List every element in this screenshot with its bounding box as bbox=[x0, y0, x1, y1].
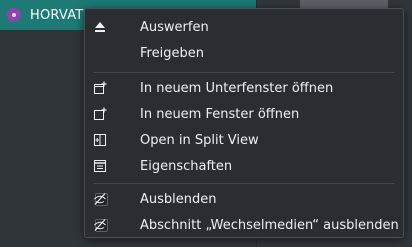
menu-item-properties[interactable]: Eigenschaften bbox=[85, 153, 403, 179]
optical-disc-icon bbox=[7, 8, 21, 22]
menu-separator bbox=[93, 183, 395, 184]
menu-item-label: Freigeben bbox=[140, 45, 204, 61]
menu-item-hide-section[interactable]: Abschnitt „Wechselmedien“ ausblenden bbox=[85, 212, 403, 238]
split-view-icon bbox=[93, 133, 107, 147]
menu-item-label: In neuem Unterfenster öffnen bbox=[140, 80, 334, 96]
menu-item-open-new-tab[interactable]: In neuem Unterfenster öffnen bbox=[85, 75, 403, 101]
new-tab-icon bbox=[93, 81, 107, 95]
menu-item-label: Auswerfen bbox=[140, 19, 209, 35]
menu-item-label: Eigenschaften bbox=[140, 158, 233, 174]
properties-icon bbox=[93, 159, 107, 173]
eject-icon bbox=[93, 20, 107, 34]
menu-item-hide[interactable]: Ausblenden bbox=[85, 186, 403, 212]
new-window-icon bbox=[93, 107, 107, 121]
menu-item-split-view[interactable]: Open in Split View bbox=[85, 127, 403, 153]
menu-item-open-new-window[interactable]: In neuem Fenster öffnen bbox=[85, 101, 403, 127]
menu-separator bbox=[93, 72, 395, 73]
menu-item-label: Ausblenden bbox=[140, 191, 217, 207]
context-menu: Auswerfen Freigeben In neuem Unterfenste… bbox=[84, 8, 404, 238]
menu-item-label: In neuem Fenster öffnen bbox=[140, 106, 300, 122]
hide-icon bbox=[93, 192, 107, 206]
menu-item-share[interactable]: Freigeben bbox=[85, 40, 403, 66]
menu-item-label: Open in Split View bbox=[140, 132, 259, 148]
menu-item-label: Abschnitt „Wechselmedien“ ausblenden bbox=[140, 217, 399, 233]
hide-icon bbox=[93, 218, 107, 232]
menu-item-eject[interactable]: Auswerfen bbox=[85, 14, 403, 40]
